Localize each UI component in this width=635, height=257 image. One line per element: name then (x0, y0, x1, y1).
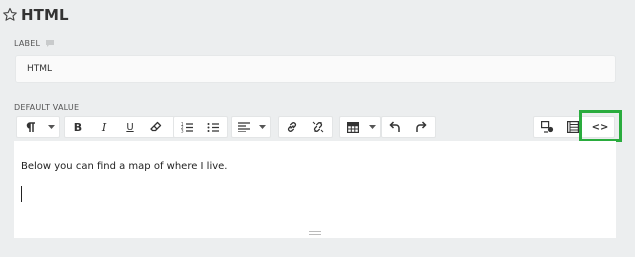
list-group: 123 (173, 116, 228, 138)
align-dropdown[interactable] (231, 116, 271, 138)
eraser-icon[interactable] (143, 117, 169, 137)
media-icon[interactable] (534, 117, 560, 137)
pilcrow-icon (17, 117, 45, 137)
history-group (381, 116, 436, 138)
svg-text:3: 3 (181, 128, 184, 133)
chevron-down-icon (256, 117, 268, 137)
chevron-down-icon (45, 117, 57, 137)
chevron-down-icon (366, 117, 378, 137)
link-group (278, 116, 333, 138)
undo-icon[interactable] (382, 117, 408, 137)
paragraph-format-dropdown[interactable] (16, 116, 60, 138)
default-value-caption: DEFAULT VALUE (14, 103, 80, 112)
italic-button[interactable]: I (91, 117, 117, 137)
comment-icon[interactable] (45, 39, 55, 48)
table-dropdown[interactable] (339, 116, 381, 138)
editor-content[interactable]: Below you can find a map of where I live… (21, 161, 227, 172)
label-caption: LABEL (14, 38, 41, 48)
bold-button[interactable]: B (65, 117, 91, 137)
text-style-group: B I U (64, 116, 183, 138)
redo-icon[interactable] (408, 117, 434, 137)
code-view-highlight (579, 110, 622, 142)
align-icon (232, 117, 256, 137)
label-input[interactable]: HTML (15, 55, 616, 83)
rich-text-editor[interactable]: Below you can find a map of where I live… (14, 141, 616, 238)
editor-resize-handle[interactable] (14, 229, 616, 238)
text-caret (21, 186, 22, 202)
star-icon[interactable] (2, 7, 18, 23)
link-icon[interactable] (279, 117, 305, 137)
ordered-list-icon[interactable]: 123 (174, 117, 200, 137)
unlink-icon[interactable] (305, 117, 331, 137)
page-title: HTML (21, 6, 69, 24)
underline-button[interactable]: U (117, 117, 143, 137)
editor-toolbar: B I U 123 <> (14, 114, 616, 140)
resize-grip-icon (309, 231, 321, 237)
unordered-list-icon[interactable] (200, 117, 226, 137)
label-field-header: LABEL (14, 37, 55, 49)
page-header: HTML (2, 4, 69, 26)
table-icon (340, 117, 366, 137)
